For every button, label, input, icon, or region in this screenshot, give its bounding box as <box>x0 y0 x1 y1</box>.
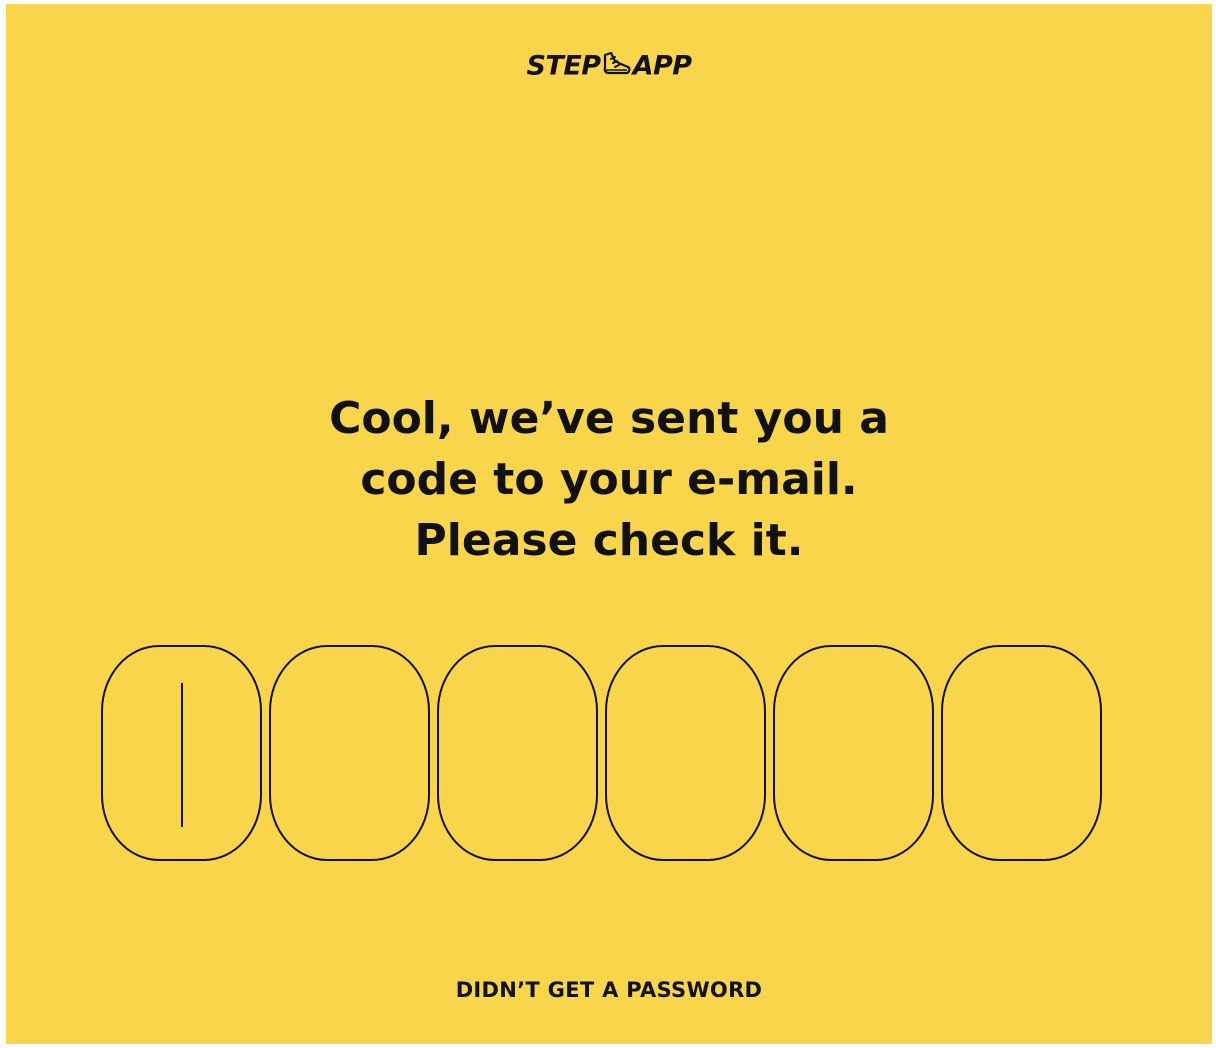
text-cursor <box>181 683 183 827</box>
logo-text-left: STEP <box>526 50 601 82</box>
code-input-group <box>101 645 1103 861</box>
heading-line-1: Cool, we’ve sent you a <box>329 393 889 444</box>
code-digit-3[interactable] <box>437 645 598 861</box>
code-digit-1[interactable] <box>101 645 262 861</box>
code-digit-6[interactable] <box>941 645 1102 861</box>
code-digit-2[interactable] <box>269 645 430 861</box>
code-digit-5[interactable] <box>773 645 934 861</box>
step-app-logo: STEP APP <box>6 48 1212 85</box>
logo-text-right: APP <box>632 50 692 82</box>
resend-password-link[interactable]: DIDN’T GET A PASSWORD <box>6 978 1212 1002</box>
sneaker-icon <box>603 51 631 74</box>
code-digit-4[interactable] <box>605 645 766 861</box>
confirmation-heading: Cool, we’ve sent you a code to your e-ma… <box>6 388 1212 571</box>
verification-screen: STEP APP Cool, we’ve sent you a code to … <box>6 4 1212 1044</box>
heading-line-2: code to your e-mail. <box>360 454 858 505</box>
heading-line-3: Please check it. <box>414 515 804 566</box>
